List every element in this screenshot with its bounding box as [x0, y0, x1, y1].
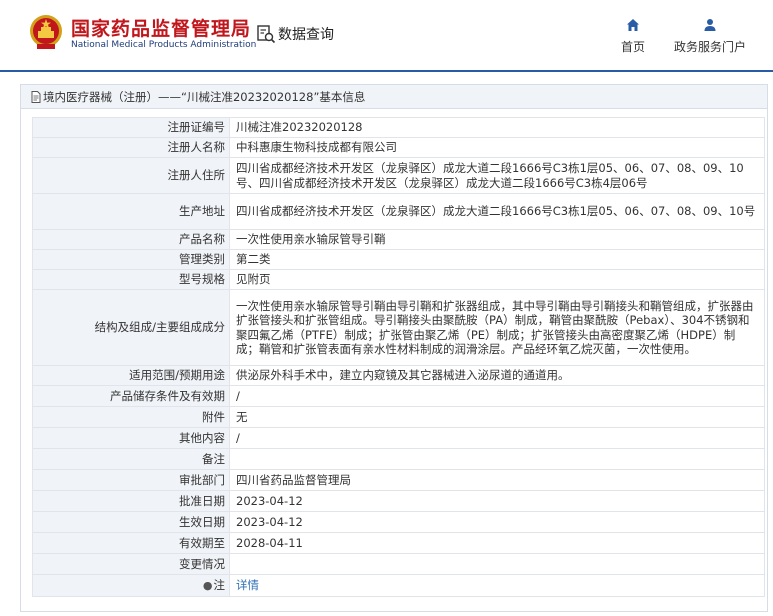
nav-gov-services-label: 政务服务门户	[673, 40, 746, 54]
table-row: 备注	[32, 448, 765, 470]
table-row: 附件 无	[32, 406, 765, 428]
row-value: 川械注准20232020128	[229, 117, 765, 138]
row-value-cell: 详情	[229, 574, 765, 597]
row-label: 型号规格	[32, 269, 230, 290]
row-label: 管理类别	[32, 249, 230, 270]
row-label: 审批部门	[32, 469, 230, 491]
table-row: 其他内容 /	[32, 427, 765, 449]
table-row: 管理类别 第二类	[32, 249, 765, 270]
row-value: 中科惠康生物科技成都有限公司	[229, 137, 765, 158]
table-row: 产品储存条件及有效期 /	[32, 385, 765, 407]
row-value: 供泌尿外科手术中，建立内窥镜及其它器械进入泌尿道的通道用。	[229, 365, 765, 386]
row-label: 变更情况	[32, 553, 230, 575]
detail-panel: 境内医疗器械（注册）——“川械注准20232020128”基本信息 注册证编号 …	[20, 84, 768, 612]
row-value: /	[229, 385, 765, 407]
breadcrumb-text: 境内医疗器械（注册）——“川械注准20232020128”基本信息	[43, 89, 366, 104]
table-row: 生效日期 2023-04-12	[32, 511, 765, 533]
row-label: 结构及组成/主要组成成分	[32, 289, 230, 366]
table-row: ●注 详情	[32, 574, 765, 597]
table-row: 审批部门 四川省药品监督管理局	[32, 469, 765, 491]
row-value: 2023-04-12	[229, 511, 765, 533]
row-label: 其他内容	[32, 427, 230, 449]
table-row: 结构及组成/主要组成成分 一次性使用亲水输尿管导引鞘由导引鞘和扩张器组成，其中导…	[32, 289, 765, 366]
row-value: 四川省成都经济技术开发区（龙泉驿区）成龙大道二段1666号C3栋1层05、06、…	[229, 157, 765, 194]
row-label: 有效期至	[32, 532, 230, 554]
table-row: 变更情况	[32, 553, 765, 575]
national-emblem-icon	[30, 15, 62, 49]
row-label: 生效日期	[32, 511, 230, 533]
row-value: 四川省药品监督管理局	[229, 469, 765, 491]
details-link[interactable]: 详情	[236, 578, 259, 592]
nav-gov-services[interactable]: 政务服务门户	[670, 18, 750, 55]
row-value: 见附页	[229, 269, 765, 290]
row-value: 四川省成都经济技术开发区（龙泉驿区）成龙大道二段1666号C3栋1层05、06、…	[229, 193, 765, 230]
data-search-icon	[257, 25, 276, 44]
table-row: 注册人名称 中科惠康生物科技成都有限公司	[32, 137, 765, 158]
row-label: 生产地址	[32, 193, 230, 230]
pin-icon: ●	[202, 578, 213, 592]
table-row: 生产地址 四川省成都经济技术开发区（龙泉驿区）成龙大道二段1666号C3栋1层0…	[32, 193, 765, 230]
header-divider	[0, 70, 773, 72]
site-header: 国家药品监督管理局 National Medical Products Admi…	[0, 0, 773, 70]
user-icon	[704, 19, 716, 31]
row-value	[229, 448, 765, 470]
site-name-english: National Medical Products Administration	[71, 40, 257, 50]
row-label: 产品储存条件及有效期	[32, 385, 230, 407]
document-icon	[31, 90, 41, 103]
row-value: 2023-04-12	[229, 490, 765, 512]
table-row: 适用范围/预期用途 供泌尿外科手术中，建立内窥镜及其它器械进入泌尿道的通道用。	[32, 365, 765, 386]
note-label-cell: ●注	[32, 574, 230, 597]
table-row: 产品名称 一次性使用亲水输尿管导引鞘	[32, 229, 765, 250]
row-value: /	[229, 427, 765, 449]
row-label: 附件	[32, 406, 230, 428]
table-row: 注册证编号 川械注准20232020128	[32, 117, 765, 138]
site-name[interactable]: 国家药品监督管理局	[71, 14, 251, 41]
breadcrumb: 境内医疗器械（注册）——“川械注准20232020128”基本信息	[21, 85, 767, 109]
row-value	[229, 553, 765, 575]
row-label: 产品名称	[32, 229, 230, 250]
row-value: 无	[229, 406, 765, 428]
row-label: 备注	[32, 448, 230, 470]
table-row: 注册人住所 四川省成都经济技术开发区（龙泉驿区）成龙大道二段1666号C3栋1层…	[32, 157, 765, 194]
data-query-link[interactable]: 数据查询	[256, 24, 334, 44]
table-row: 批准日期 2023-04-12	[32, 490, 765, 512]
row-label: 注册人住所	[32, 157, 230, 194]
data-query-label: 数据查询	[278, 27, 334, 43]
table-row: 型号规格 见附页	[32, 269, 765, 290]
row-value: 第二类	[229, 249, 765, 270]
nav-home[interactable]: 首页	[616, 18, 650, 55]
row-label: 注册人名称	[32, 137, 230, 158]
row-value: 一次性使用亲水输尿管导引鞘由导引鞘和扩张器组成，其中导引鞘由导引鞘接头和鞘管组成…	[229, 289, 765, 366]
row-value: 2028-04-11	[229, 532, 765, 554]
row-label: 适用范围/预期用途	[32, 365, 230, 386]
row-label: 注	[213, 577, 226, 592]
device-info-table: 注册证编号 川械注准20232020128 注册人名称 中科惠康生物科技成都有限…	[32, 117, 765, 597]
home-icon	[627, 19, 639, 31]
row-label: 注册证编号	[32, 117, 230, 138]
table-row: 有效期至 2028-04-11	[32, 532, 765, 554]
row-label: 批准日期	[32, 490, 230, 512]
nav-home-label: 首页	[620, 40, 645, 54]
row-value: 一次性使用亲水输尿管导引鞘	[229, 229, 765, 250]
